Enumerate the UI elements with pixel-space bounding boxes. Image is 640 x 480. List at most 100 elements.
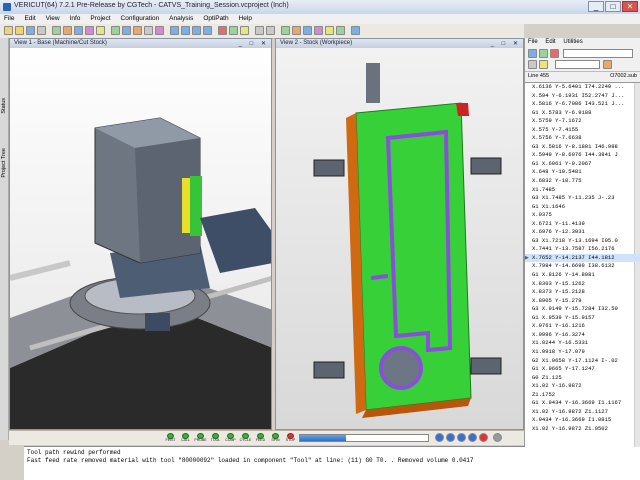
gcode-line[interactable]: X.9761 Y-16.1216 — [525, 322, 640, 331]
feed-button[interactable]: FEED — [254, 433, 267, 443]
menu-help[interactable]: Help — [235, 14, 256, 24]
gcode-line[interactable]: X.5816 Y-6.7086 I43.521 J... — [525, 100, 640, 109]
xcaliper-icon[interactable] — [314, 26, 323, 35]
gcode-line[interactable]: X1.02 Y-16.9872 — [525, 382, 640, 391]
panel-menu-utilities[interactable]: Utilities — [560, 39, 585, 45]
gcode-list[interactable]: X.6136 Y-5.6401 I74.2249 ... X.594 Y-6.19… — [525, 82, 640, 447]
gcode-line[interactable]: X.9375 — [525, 211, 640, 220]
stop-icon[interactable] — [479, 433, 488, 442]
gcode-line[interactable]: G1 X.9665 Y-17.1247 — [525, 365, 640, 374]
save-project-icon[interactable] — [15, 26, 24, 35]
find-icon[interactable] — [539, 60, 548, 69]
gcode-line[interactable]: X1.7485 — [525, 186, 640, 195]
gcode-line[interactable]: X.5759 Y-7.1672 — [525, 117, 640, 126]
nc-program-icon[interactable] — [96, 26, 105, 35]
menu-analysis[interactable]: Analysis — [165, 14, 197, 24]
open-project-icon[interactable] — [4, 26, 13, 35]
report-icon[interactable] — [281, 26, 290, 35]
gcode-line[interactable]: G1 X.8126 Y-14.8981 — [525, 271, 640, 280]
maximize-button[interactable]: □ — [605, 1, 621, 12]
filter-icon[interactable] — [603, 60, 612, 69]
fit-view-icon[interactable] — [144, 26, 153, 35]
comp-button[interactable]: COMP — [224, 433, 237, 443]
gcode-line[interactable]: X1.02 Y-16.9872 Z1.1127 — [525, 408, 640, 417]
gcode-line[interactable]: G1 X.9539 Y-15.9157 — [525, 314, 640, 323]
view-2-controls[interactable]: _ □ ✕ — [491, 40, 521, 49]
cycle-button[interactable]: CYCLE — [239, 433, 252, 443]
gcode-line[interactable]: X.8905 Y-15.279 — [525, 297, 640, 306]
gcode-line[interactable]: X.7441 Y-13.7587 I56.2176 — [525, 245, 640, 254]
menu-optipath[interactable]: OptiPath — [199, 14, 232, 24]
view-iso-icon[interactable] — [203, 26, 212, 35]
setup-icon[interactable] — [52, 26, 61, 35]
layout-icon[interactable] — [255, 26, 264, 35]
gcode-line[interactable]: X.594 Y-6.1931 I52.2747 J... — [525, 92, 640, 101]
close-button[interactable]: ✕ — [622, 1, 638, 12]
gcode-line[interactable]: X.8303 Y-15.1262 — [525, 280, 640, 289]
spin-button[interactable]: SPIN — [269, 433, 282, 443]
gcode-line[interactable]: X.9434 Y-16.3669 I1.0815 — [525, 416, 640, 425]
gcode-line[interactable]: X.648 Y-10.5481 — [525, 168, 640, 177]
gcode-line[interactable]: Z1.1752 — [525, 391, 640, 400]
tile-icon[interactable] — [266, 26, 275, 35]
menu-configuration[interactable]: Configuration — [117, 14, 164, 24]
control-icon[interactable] — [74, 26, 83, 35]
rotate-icon[interactable] — [133, 26, 142, 35]
status-tab[interactable]: Status — [1, 98, 7, 114]
gcode-line[interactable]: X.8373 Y-15.2128 — [525, 288, 640, 297]
print-icon[interactable] — [37, 26, 46, 35]
view-1-controls[interactable]: _ □ ✕ — [239, 40, 269, 49]
edit-icon[interactable] — [528, 60, 537, 69]
gcode-line[interactable]: G1 X1.1646 — [525, 203, 640, 212]
section-icon[interactable] — [240, 26, 249, 35]
menu-view[interactable]: View — [42, 14, 64, 24]
view-top-icon[interactable] — [170, 26, 179, 35]
view-side-icon[interactable] — [192, 26, 201, 35]
status-icon[interactable] — [325, 26, 334, 35]
view-1[interactable]: View 1 - Base (Machine/Cut Stock) _ □ ✕ — [9, 38, 272, 430]
optipath-icon[interactable] — [292, 26, 301, 35]
gcode-line[interactable]: X.6721 Y-11.4139 — [525, 220, 640, 229]
menu-project[interactable]: Project — [86, 14, 114, 24]
reset-icon[interactable] — [435, 433, 444, 442]
call-button[interactable]: CALL — [179, 433, 192, 443]
check-icon[interactable] — [550, 49, 559, 58]
logger-icon[interactable] — [336, 26, 345, 35]
help-icon[interactable] — [351, 26, 360, 35]
gcode-line[interactable]: G2 X1.0658 Y-17.1124 I-.02 — [525, 357, 640, 366]
tool-manager-icon[interactable] — [85, 26, 94, 35]
settings-icon[interactable] — [493, 433, 502, 442]
gcode-line[interactable]: X.7984 Y-14.6699 I38.6132 — [525, 262, 640, 271]
search-icon[interactable] — [528, 49, 537, 58]
gcode-line[interactable]: X.5949 Y-8.6076 I44.3841 J — [525, 151, 640, 160]
gcode-line[interactable]: X.575 Y-7.4155 — [525, 126, 640, 135]
gcode-current-line[interactable]: X.7652 Y-14.2137 I44.1812 — [525, 253, 640, 263]
program-dropdown[interactable] — [563, 49, 633, 58]
goto-icon[interactable] — [539, 49, 548, 58]
step-icon[interactable] — [457, 433, 466, 442]
save-as-icon[interactable] — [26, 26, 35, 35]
pan-icon[interactable] — [122, 26, 131, 35]
stop-button[interactable]: STOP — [284, 433, 297, 443]
view-2[interactable]: View 2 - Stock (Workpiece) _ □ ✕ — [275, 38, 524, 430]
first-button[interactable]: FIRST — [164, 433, 177, 443]
rewind-icon[interactable] — [446, 433, 455, 442]
gcode-line[interactable]: X1.0244 Y-16.5331 — [525, 339, 640, 348]
machine-icon[interactable] — [63, 26, 72, 35]
measure-icon[interactable] — [229, 26, 238, 35]
gcode-line[interactable]: G1 X.6061 Y-9.2067 — [525, 160, 640, 169]
gcode-line[interactable]: X1.0918 Y-17.079 — [525, 348, 640, 357]
probe-button[interactable]: PROBE — [194, 433, 207, 443]
panel-menu-file[interactable]: File — [525, 39, 541, 45]
minimize-button[interactable]: _ — [588, 1, 604, 12]
gcode-line[interactable]: G3 X1.7485 Y-11.235 J-.23 — [525, 194, 640, 203]
panel-menu-edit[interactable]: Edit — [542, 39, 558, 45]
gcode-line[interactable]: G3 X.5816 Y-8.1881 I46.988 — [525, 143, 640, 152]
gcode-line[interactable]: G1 X.5783 Y-6.9188 — [525, 109, 640, 118]
tool-button[interactable]: TOOL — [209, 433, 222, 443]
project-tree-tab[interactable]: Project Tree — [1, 148, 7, 178]
x-caliper-icon[interactable] — [218, 26, 227, 35]
menu-info[interactable]: Info — [66, 14, 85, 24]
gcode-line[interactable]: G0 Z1.125 — [525, 374, 640, 383]
gcode-line[interactable]: X.6136 Y-5.6401 I74.2249 ... — [525, 83, 640, 92]
